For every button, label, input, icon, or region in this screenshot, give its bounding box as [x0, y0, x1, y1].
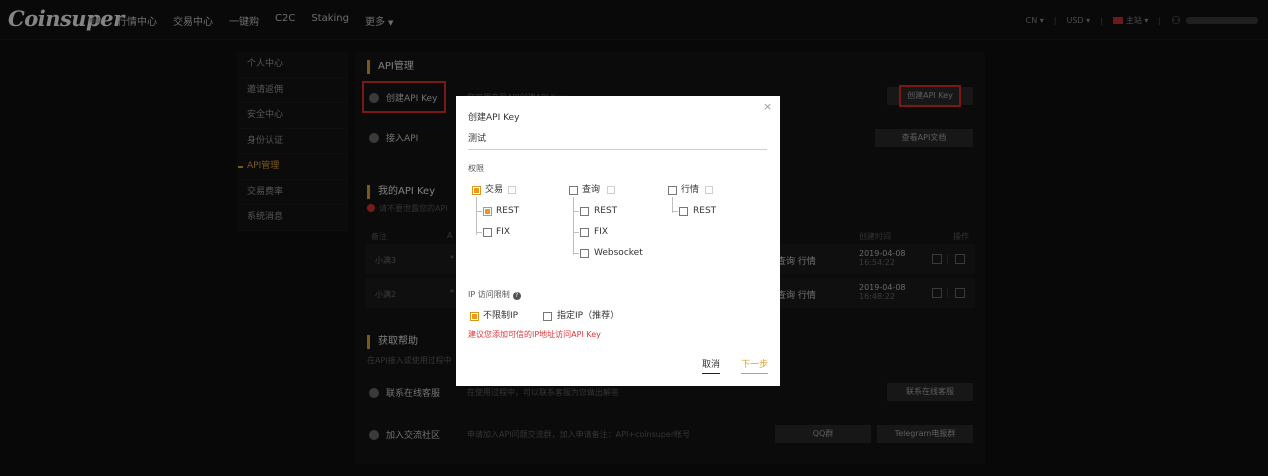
next-step-button[interactable]: 下一步 [741, 357, 769, 374]
tree-line [672, 211, 678, 212]
permissions-label: 权限 [468, 164, 484, 173]
query-fix-label: FIX [594, 227, 608, 237]
query-websocket-checkbox[interactable] [580, 249, 589, 258]
ip-specified-label: 指定IP（推荐） [557, 311, 620, 321]
tree-line [476, 197, 477, 235]
query-fix-checkbox[interactable] [580, 228, 589, 237]
ip-restriction-label: IP 访问限制? [468, 289, 521, 300]
trade-fix-label: FIX [496, 227, 510, 237]
trade-label: 交易 [485, 185, 504, 195]
tree-line [476, 232, 482, 233]
market-rest-checkbox[interactable] [679, 207, 688, 216]
trade-fix-checkbox[interactable] [483, 228, 492, 237]
expand-icon[interactable] [607, 186, 615, 194]
trade-rest-checkbox[interactable] [483, 207, 492, 216]
close-icon[interactable]: × [763, 100, 772, 113]
tree-line [476, 211, 482, 212]
query-checkbox[interactable] [569, 186, 578, 195]
ip-warning: 建议您添加可信的IP地址访问API Key [468, 330, 601, 339]
help-icon[interactable]: ? [512, 292, 521, 300]
market-checkbox[interactable] [668, 186, 677, 195]
query-websocket-label: Websocket [594, 248, 643, 258]
ip-unrestricted-checkbox[interactable] [470, 312, 479, 321]
trade-checkbox[interactable] [472, 186, 481, 195]
query-rest-checkbox[interactable] [580, 207, 589, 216]
query-label: 查询 [582, 185, 601, 195]
ip-specified-checkbox[interactable] [543, 312, 552, 321]
market-label: 行情 [681, 185, 700, 195]
cancel-button[interactable]: 取消 [702, 357, 721, 374]
tree-line [573, 211, 579, 212]
tree-line [573, 197, 574, 255]
trade-rest-label: REST [496, 206, 520, 216]
expand-icon[interactable] [508, 186, 516, 194]
query-rest-label: REST [594, 206, 618, 216]
modal-title: 创建API Key [468, 113, 520, 123]
expand-icon[interactable] [705, 186, 713, 194]
ip-restriction-text: IP 访问限制 [468, 290, 510, 299]
ip-unrestricted-label: 不限制IP [483, 311, 519, 321]
tree-line [573, 253, 579, 254]
market-rest-label: REST [693, 206, 717, 216]
create-api-key-modal: × 创建API Key 测试 权限 交易 REST FIX 查询 REST FI… [456, 96, 780, 386]
tree-line [573, 232, 579, 233]
key-name-input[interactable]: 测试 [468, 130, 767, 150]
